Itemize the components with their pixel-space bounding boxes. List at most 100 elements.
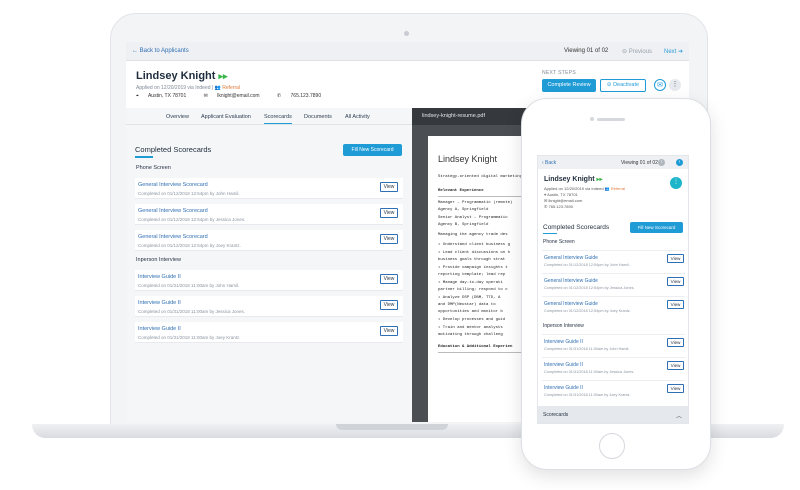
scorecard-title[interactable]: Interview Guide II (138, 326, 181, 332)
mobile-top-bar: ‹ Back Viewing 01 of 02 ‹ › (538, 156, 688, 169)
view-button[interactable]: View (380, 300, 398, 310)
resume-line: Relevant Experience (438, 189, 484, 193)
mobile-scorecard-card[interactable]: General Interview Guide Completed on 01/… (542, 296, 685, 316)
candidate-name: Lindsey Knight ▸▸ (136, 70, 228, 82)
scorecard-card[interactable]: General Interview Scorecard Completed on… (135, 230, 403, 251)
top-bar: ← Back to Applicants Viewing 01 of 02 ⊖ … (126, 42, 689, 61)
mobile-scorecard-title[interactable]: General Interview Guide (544, 301, 598, 307)
tab-scorecards[interactable]: Scorecards (264, 114, 292, 124)
scorecard-title[interactable]: Interview Guide II (138, 274, 181, 280)
mobile-scorecard-card[interactable]: Interview Guide II Completed on 01/31/20… (542, 357, 685, 377)
back-to-applicants-link[interactable]: ← Back to Applicants (132, 48, 189, 54)
location-pin-icon: ⌖ (136, 93, 139, 99)
scorecard-card[interactable]: Interview Guide II Completed on 01/31/20… (135, 270, 403, 291)
view-button[interactable]: View (380, 234, 398, 244)
mobile-scorecard-meta: Completed on 01/31/2018 11:00am by Jessi… (544, 370, 635, 374)
message-icon[interactable]: ✉ (654, 79, 666, 91)
chevron-double-right-icon: ▸▸ (218, 71, 228, 81)
mobile-scorecard-title[interactable]: Interview Guide II (544, 339, 583, 345)
tab-applicant-evaluation[interactable]: Applicant Evaluation (201, 114, 251, 120)
mobile-referral-label: Referral (610, 186, 626, 191)
scorecard-card[interactable]: Interview Guide II Completed on 01/31/20… (135, 322, 403, 343)
chevron-up-icon[interactable]: ︿ (676, 411, 682, 420)
mobile-view-button[interactable]: View (667, 277, 684, 286)
resume-line: • Manage day-to-day operati (438, 281, 503, 285)
location: ⌖ Austin, TX 78701 (136, 93, 194, 99)
view-button[interactable]: View (380, 182, 398, 192)
mobile-back-link[interactable]: ‹ Back (542, 160, 556, 166)
tab-bar: Overview Applicant Evaluation Scorecards… (126, 108, 412, 125)
completed-scorecards-title: Completed Scorecards (135, 145, 212, 154)
deactivate-label: Deactivate (613, 82, 640, 88)
mobile-scorecard-card[interactable]: General Interview Guide Completed on 01/… (542, 273, 685, 293)
more-icon[interactable]: ⋮ (669, 79, 681, 91)
email-text: lknight@email.com (217, 93, 260, 99)
resume-line: • Develop processes and guid (438, 318, 506, 322)
scorecards-panel: Overview Applicant Evaluation Scorecards… (126, 108, 412, 422)
next-button[interactable]: Next ➜ (664, 48, 683, 55)
mobile-phone[interactable]: ✆ 765.123.7890 (544, 204, 573, 209)
mobile-previous-icon[interactable]: ‹ (658, 159, 665, 166)
scorecard-title[interactable]: Interview Guide II (138, 300, 181, 306)
scorecard-meta: Completed on 01/12/2018 12:54pm by Joey … (138, 243, 241, 248)
referral-icon: 👥 (214, 85, 221, 91)
view-button[interactable]: View (380, 274, 398, 284)
mobile-email-text: lknight@email.com (548, 198, 583, 203)
tab-documents[interactable]: Documents (304, 114, 332, 120)
phone-speaker (597, 118, 625, 121)
mobile-footer-label: Scorecards (543, 412, 569, 418)
resume-line: reporting template; lead rep (438, 273, 506, 277)
next-label: Next (664, 49, 677, 55)
phone-screen-label: Phone Screen (136, 165, 171, 171)
tab-overview[interactable]: Overview (166, 114, 189, 120)
mobile-view-button[interactable]: View (667, 384, 684, 393)
mobile-more-icon[interactable]: ⋮ (670, 177, 682, 189)
resume-line: partner billing; respond to c (438, 288, 508, 292)
scorecard-title[interactable]: General Interview Scorecard (138, 208, 208, 214)
contact-row: ⌖ Austin, TX 78701 ✉ lknight@email.com ✆… (136, 93, 337, 99)
scorecard-meta: Completed on 01/12/2018 12:54pm by Jessi… (138, 217, 246, 222)
fill-new-scorecard-button[interactable]: Fill New Scorecard (343, 144, 402, 156)
scorecard-card[interactable]: Interview Guide II Completed on 01/31/20… (135, 296, 403, 317)
deactivate-button[interactable]: ⊘ Deactivate (600, 79, 646, 92)
view-button[interactable]: View (380, 326, 398, 336)
referral-label: Referral (222, 85, 241, 91)
mobile-inperson-label: Inperson Interview (543, 323, 584, 329)
phone-screen: ‹ Back Viewing 01 of 02 ‹ › Lindsey Knig… (537, 155, 689, 424)
previous-button[interactable]: ⊖ Previous (622, 48, 652, 55)
mobile-scorecard-title[interactable]: Interview Guide II (544, 385, 583, 391)
mobile-scorecard-card[interactable]: Interview Guide II Completed on 01/31/20… (542, 334, 685, 354)
mobile-scorecard-meta: Completed on 01/12/2018 12:54pm by John … (544, 263, 630, 267)
mobile-email[interactable]: ✉ lknight@email.com (544, 198, 582, 203)
mobile-next-icon[interactable]: › (676, 159, 683, 166)
mobile-scorecard-card[interactable]: Interview Guide II Completed on 01/31/20… (542, 380, 685, 400)
mail-icon: ✉ (544, 198, 548, 203)
scorecard-meta: Completed on 01/31/2018 11:00am by Joey … (138, 335, 241, 340)
phone[interactable]: ✆ 765.123.7890 (277, 93, 329, 99)
mobile-fill-new-scorecard-button[interactable]: Fill New Scorecard (630, 222, 683, 233)
email[interactable]: ✉ lknight@email.com (204, 93, 268, 99)
resume-line: • Analyze DSP (DBM, TTD, A (438, 296, 501, 300)
view-button[interactable]: View (380, 208, 398, 218)
tab-all-activity[interactable]: All Activity (345, 114, 370, 120)
mobile-view-button[interactable]: View (667, 361, 684, 370)
phone-camera (590, 117, 594, 121)
scorecard-meta: Completed on 01/31/2018 11:00am by Jessi… (138, 309, 245, 314)
phone-home-button (599, 433, 625, 459)
scorecard-card[interactable]: General Interview Scorecard Completed on… (135, 178, 403, 199)
mobile-view-button[interactable]: View (667, 300, 684, 309)
mobile-scorecard-card[interactable]: General Interview Guide Completed on 01/… (542, 250, 685, 270)
complete-review-button[interactable]: Complete Review (542, 79, 596, 92)
previous-label: Previous (628, 49, 653, 55)
scorecard-card[interactable]: General Interview Scorecard Completed on… (135, 204, 403, 225)
mobile-scorecard-meta: Completed on 01/31/2018 11:00am by Joey … (544, 393, 631, 397)
scorecard-title[interactable]: General Interview Scorecard (138, 234, 208, 240)
scorecard-title[interactable]: General Interview Scorecard (138, 182, 208, 188)
mobile-scorecard-title[interactable]: General Interview Guide (544, 255, 598, 261)
phone-icon: ✆ (544, 204, 548, 209)
mobile-view-button[interactable]: View (667, 254, 684, 263)
mobile-view-button[interactable]: View (667, 338, 684, 347)
mobile-scorecard-title[interactable]: Interview Guide II (544, 362, 583, 368)
mobile-scorecard-title[interactable]: General Interview Guide (544, 278, 598, 284)
mobile-footer-tab[interactable]: Scorecards ︿ (538, 406, 688, 423)
